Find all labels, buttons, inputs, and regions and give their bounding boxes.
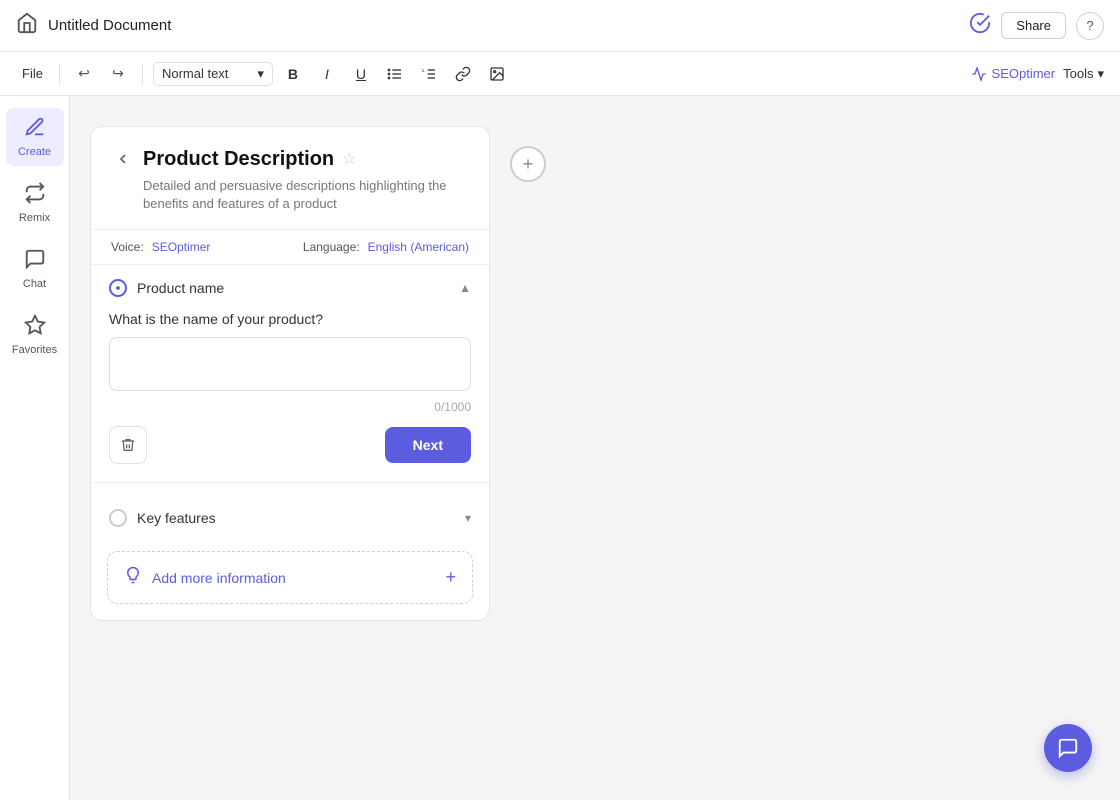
product-name-circle bbox=[109, 279, 127, 297]
sidebar-favorites-label: Favorites bbox=[12, 344, 57, 356]
redo-button[interactable]: ↪ bbox=[104, 60, 132, 88]
form-title-row: Product Description ☆ bbox=[111, 147, 469, 171]
chat-fab-button[interactable] bbox=[1044, 724, 1092, 772]
lightbulb-icon bbox=[124, 566, 142, 589]
product-name-header[interactable]: Product name ▲ bbox=[91, 265, 489, 311]
check-circle-icon bbox=[969, 12, 991, 39]
key-features-header[interactable]: Key features ▾ bbox=[91, 495, 489, 541]
remix-icon bbox=[24, 182, 46, 209]
main-layout: Create Remix Chat bbox=[0, 96, 1120, 800]
back-button[interactable] bbox=[111, 147, 135, 171]
sidebar: Create Remix Chat bbox=[0, 96, 70, 800]
product-name-title: Product name bbox=[137, 280, 224, 296]
voice-value[interactable]: SEOptimer bbox=[152, 240, 211, 254]
product-name-section: Product name ▲ What is the name of your … bbox=[91, 265, 489, 483]
key-features-title: Key features bbox=[137, 510, 216, 526]
chevron-down-icon: ▾ bbox=[1097, 66, 1104, 82]
toolbar-right: SEOptimer Tools ▾ bbox=[971, 66, 1104, 82]
form-description: Detailed and persuasive descriptions hig… bbox=[143, 177, 469, 213]
chevron-down-icon: ▾ bbox=[257, 66, 264, 82]
form-title: Product Description bbox=[143, 148, 334, 171]
add-more-section[interactable]: Add more information + bbox=[107, 551, 473, 604]
section-header-left: Product name bbox=[109, 279, 224, 297]
svg-text:1.: 1. bbox=[422, 68, 426, 73]
section-actions: Next bbox=[109, 426, 471, 464]
char-count: 0/1000 bbox=[109, 400, 471, 414]
product-name-input[interactable] bbox=[109, 337, 471, 391]
underline-button[interactable]: U bbox=[347, 60, 375, 88]
toolbar-divider-2 bbox=[142, 64, 143, 84]
bold-button[interactable]: B bbox=[279, 60, 307, 88]
language-value[interactable]: English (American) bbox=[368, 240, 469, 254]
sidebar-item-favorites[interactable]: Favorites bbox=[6, 306, 64, 364]
chat-icon bbox=[24, 248, 46, 275]
key-features-header-left: Key features bbox=[109, 509, 216, 527]
text-style-label: Normal text bbox=[162, 66, 228, 81]
topbar: Untitled Document Share ? bbox=[0, 0, 1120, 52]
toolbar: File ↩ ↪ Normal text ▾ B I U 1. SEOptime… bbox=[0, 52, 1120, 96]
key-features-chevron: ▾ bbox=[465, 511, 471, 525]
toolbar-divider-1 bbox=[59, 64, 60, 84]
sidebar-item-remix[interactable]: Remix bbox=[6, 174, 64, 232]
voice-label: Voice: bbox=[111, 240, 144, 254]
document-title: Untitled Document bbox=[48, 17, 959, 34]
content-area: Product Description ☆ Detailed and persu… bbox=[70, 96, 1120, 800]
favorites-icon bbox=[24, 314, 46, 341]
add-more-left: Add more information bbox=[124, 566, 286, 589]
add-more-plus-icon: + bbox=[445, 567, 456, 588]
sidebar-item-create[interactable]: Create bbox=[6, 108, 64, 166]
sidebar-remix-label: Remix bbox=[19, 212, 50, 224]
add-column-button[interactable]: + bbox=[510, 146, 546, 182]
create-icon bbox=[24, 116, 46, 143]
numbered-list-button[interactable]: 1. bbox=[415, 60, 443, 88]
topbar-right: Share ? bbox=[969, 12, 1104, 40]
bullet-list-button[interactable] bbox=[381, 60, 409, 88]
product-name-chevron: ▲ bbox=[459, 281, 471, 295]
delete-button[interactable] bbox=[109, 426, 147, 464]
next-button[interactable]: Next bbox=[385, 427, 471, 463]
home-icon[interactable] bbox=[16, 12, 38, 39]
product-name-body: What is the name of your product? 0/1000… bbox=[91, 311, 489, 482]
file-menu[interactable]: File bbox=[16, 62, 49, 85]
form-card: Product Description ☆ Detailed and persu… bbox=[90, 126, 490, 621]
link-button[interactable] bbox=[449, 60, 477, 88]
sidebar-create-label: Create bbox=[18, 146, 51, 158]
tools-menu[interactable]: Tools ▾ bbox=[1063, 66, 1104, 82]
undo-button[interactable]: ↩ bbox=[70, 60, 98, 88]
form-meta: Voice: SEOptimer Language: English (Amer… bbox=[91, 229, 489, 265]
share-button[interactable]: Share bbox=[1001, 12, 1066, 39]
key-features-section: Key features ▾ bbox=[91, 495, 489, 541]
sidebar-item-chat[interactable]: Chat bbox=[6, 240, 64, 298]
text-style-select[interactable]: Normal text ▾ bbox=[153, 62, 273, 86]
help-button[interactable]: ? bbox=[1076, 12, 1104, 40]
language-label: Language: bbox=[303, 240, 360, 254]
image-button[interactable] bbox=[483, 60, 511, 88]
star-icon[interactable]: ☆ bbox=[342, 149, 356, 169]
sidebar-chat-label: Chat bbox=[23, 278, 46, 290]
key-features-circle bbox=[109, 509, 127, 527]
add-more-label: Add more information bbox=[152, 570, 286, 586]
product-name-question: What is the name of your product? bbox=[109, 311, 471, 327]
form-card-header: Product Description ☆ Detailed and persu… bbox=[91, 127, 489, 229]
seoptimer-button[interactable]: SEOptimer bbox=[971, 66, 1056, 82]
italic-button[interactable]: I bbox=[313, 60, 341, 88]
